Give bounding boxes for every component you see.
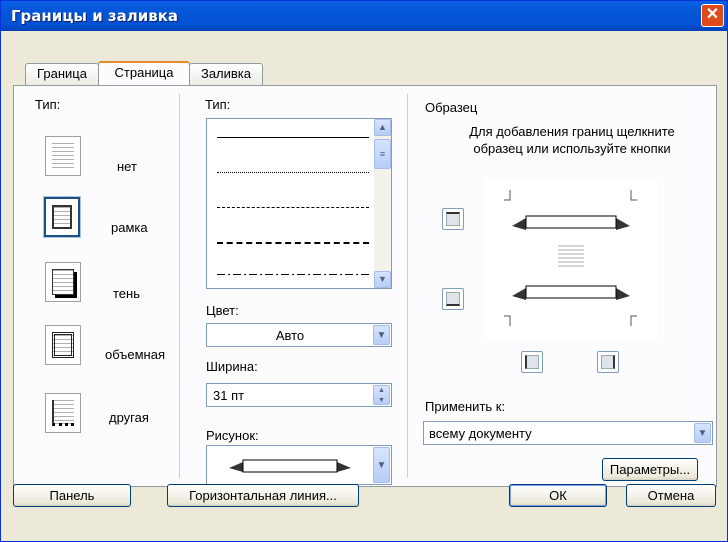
apply-label: Применить к: <box>425 399 506 414</box>
setting-custom-label: другая <box>109 410 149 425</box>
right-border-button[interactable] <box>597 351 619 373</box>
preview-label: Образец <box>425 100 478 115</box>
dialog-title: Границы и заливка <box>11 7 179 25</box>
style-label: Тип: <box>205 97 231 112</box>
apply-dropdown[interactable]: всему документу ▼ <box>423 421 713 445</box>
toolbar-button[interactable]: Панель <box>13 484 131 507</box>
cancel-button[interactable]: Отмена <box>626 484 716 507</box>
top-banner <box>512 215 630 230</box>
style-solid[interactable] <box>217 137 369 138</box>
close-button[interactable]: ✕ <box>701 4 724 27</box>
setting-3d-label: объемная <box>105 347 165 362</box>
chevron-down-icon[interactable]: ▼ <box>373 447 390 483</box>
setting-3d-swatch[interactable] <box>45 325 81 365</box>
left-border-icon <box>525 355 539 369</box>
right-border-icon <box>601 355 615 369</box>
spinner-arrows-icon[interactable]: ▲ ▼ <box>373 385 390 405</box>
setting-custom-swatch[interactable] <box>45 393 81 433</box>
horizontal-line-button[interactable]: Горизонтальная линия... <box>167 484 359 507</box>
style-dash-dot[interactable] <box>217 274 369 275</box>
page-box-icon <box>52 205 72 229</box>
tab-page-border[interactable]: Страница <box>98 61 190 85</box>
art-dropdown[interactable]: ▼ <box>206 445 392 485</box>
style-dotted[interactable] <box>217 172 369 173</box>
style-list[interactable]: ▲ ≡ ▼ <box>206 118 392 289</box>
setting-label: Тип: <box>35 97 61 112</box>
scroll-thumb[interactable]: ≡ <box>374 139 391 169</box>
page-custom-icon <box>52 400 74 426</box>
divider-right <box>407 94 408 478</box>
setting-box-label: рамка <box>111 220 148 235</box>
preview-diagram <box>504 190 637 326</box>
width-label: Ширина: <box>206 359 258 374</box>
page-lines-icon <box>52 143 74 169</box>
width-value: 31 пт <box>213 388 245 403</box>
style-dash[interactable] <box>217 242 369 244</box>
style-small-dash[interactable] <box>217 207 369 208</box>
color-dropdown[interactable]: Авто ▼ <box>206 323 392 347</box>
setting-shadow-label: тень <box>113 286 140 301</box>
top-border-button[interactable] <box>442 208 464 230</box>
tab-shading-label: Заливка <box>200 66 252 81</box>
color-value: Авто <box>275 328 305 343</box>
top-border-icon <box>446 212 460 226</box>
setting-shadow-swatch[interactable] <box>45 262 81 302</box>
width-spinner[interactable]: 31 пт ▲ ▼ <box>206 383 392 407</box>
ok-button[interactable]: ОК <box>509 484 607 507</box>
setting-none-swatch[interactable] <box>45 136 81 176</box>
setting-none-label: нет <box>117 159 137 174</box>
chevron-down-icon[interactable]: ▼ <box>373 325 390 345</box>
dialog-window: Границы и заливка ✕ Граница Страница Зал… <box>0 0 728 542</box>
tab-shading[interactable]: Заливка <box>189 63 263 85</box>
color-label: Цвет: <box>206 303 239 318</box>
style-scrollbar[interactable]: ▲ ≡ ▼ <box>374 119 391 288</box>
banner-art-icon <box>229 459 351 473</box>
divider-left <box>179 94 180 478</box>
options-button[interactable]: Параметры... <box>602 458 698 481</box>
preview-hint: Для добавления границ щелкните образец и… <box>469 124 675 156</box>
bottom-banner <box>512 285 630 300</box>
left-border-button[interactable] <box>521 351 543 373</box>
tab-border[interactable]: Граница <box>25 63 99 85</box>
tab-page-border-label: Страница <box>114 65 174 80</box>
scroll-down-button[interactable]: ▼ <box>374 271 391 288</box>
art-label: Рисунок: <box>206 428 259 443</box>
title-bar[interactable]: Границы и заливка ✕ <box>1 1 727 31</box>
preview-page[interactable] <box>484 178 657 338</box>
scroll-up-button[interactable]: ▲ <box>374 119 391 136</box>
bottom-border-icon <box>446 292 460 306</box>
tab-border-label: Граница <box>37 66 87 81</box>
bottom-border-button[interactable] <box>442 288 464 310</box>
setting-box-swatch[interactable] <box>43 196 81 238</box>
chevron-down-icon[interactable]: ▼ <box>694 423 711 443</box>
page-shadow-icon <box>52 269 74 295</box>
page-3d-icon <box>52 332 74 358</box>
apply-value: всему документу <box>429 426 532 441</box>
